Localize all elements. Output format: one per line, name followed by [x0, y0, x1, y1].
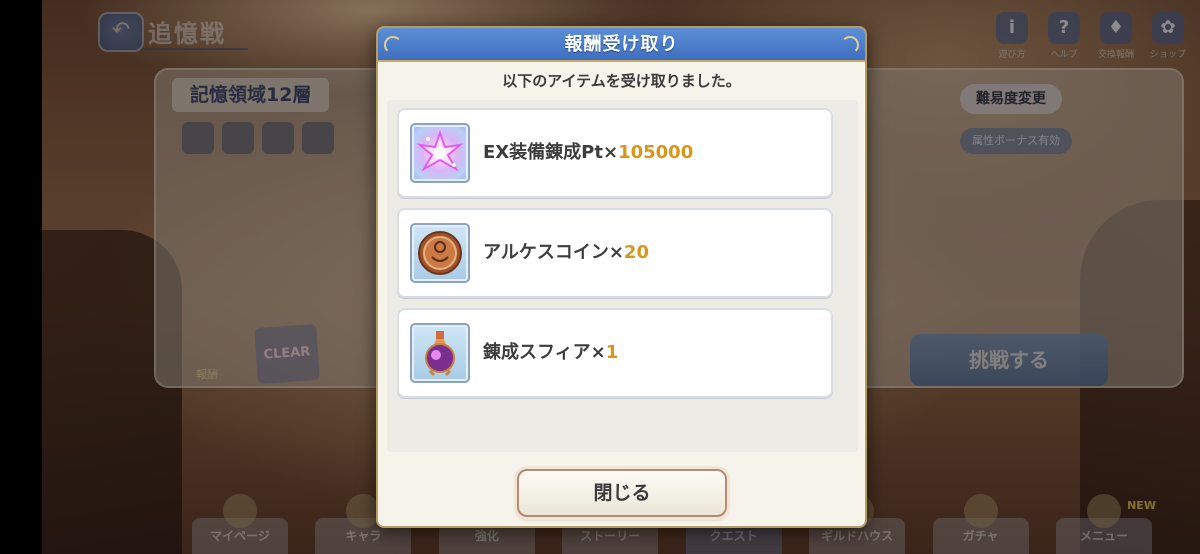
reward-item-name: アルケスコイン: [483, 242, 609, 263]
ex-equipment-crystal-icon: [410, 123, 470, 183]
alchemy-sphere-flask-icon: [410, 323, 470, 383]
reward-dialog: 報酬受け取り 以下のアイテムを受け取りました。 EX装備錬成Pt×105000: [376, 26, 867, 528]
reward-item-text: EX装備錬成Pt×105000: [483, 110, 693, 196]
reward-item-times: ×: [608, 242, 624, 263]
reward-item-quantity: 1: [605, 342, 619, 363]
reward-item-times: ×: [590, 342, 606, 363]
close-button[interactable]: 閉じる: [517, 469, 727, 517]
dialog-header: 報酬受け取り: [378, 28, 865, 62]
reward-item: EX装備錬成Pt×105000: [397, 108, 833, 198]
dialog-message: 以下のアイテムを受け取りました。: [502, 72, 741, 90]
reward-item: 錬成スフィア×1: [397, 308, 833, 398]
reward-item-text: 錬成スフィア×1: [483, 310, 618, 396]
reward-item-quantity: 105000: [618, 142, 694, 163]
reward-item-text: アルケスコイン×20: [483, 210, 649, 296]
dialog-title: 報酬受け取り: [564, 34, 679, 55]
reward-list[interactable]: EX装備錬成Pt×105000 アルケスコイン×20 錬成スフィア×1: [387, 100, 858, 452]
reward-item-times: ×: [602, 142, 619, 163]
arkes-coin-icon: [410, 223, 470, 283]
reward-item-name: EX装備錬成Pt: [483, 142, 603, 163]
reward-item-quantity: 20: [623, 242, 649, 263]
reward-item: アルケスコイン×20: [397, 208, 833, 298]
reward-item-name: 錬成スフィア: [483, 342, 591, 363]
